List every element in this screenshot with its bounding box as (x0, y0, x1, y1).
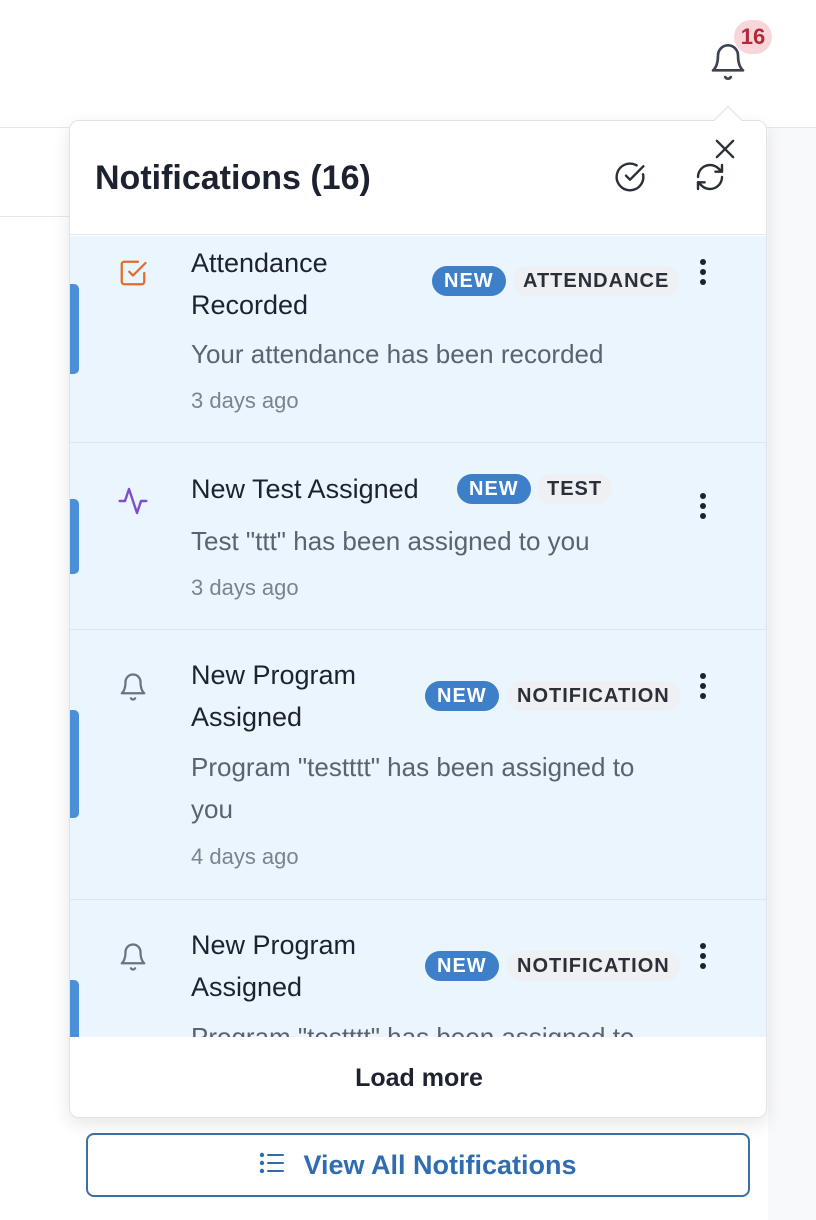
panel-title: Notifications (16) (95, 159, 371, 197)
new-badge: NEW (425, 951, 499, 981)
view-all-notifications-button[interactable]: View All Notifications (86, 1133, 750, 1197)
notifications-panel: Notifications (16) Attendance Recorded N… (69, 120, 767, 1118)
unread-indicator (70, 980, 79, 1037)
close-button[interactable] (707, 133, 743, 169)
new-badge: NEW (432, 266, 506, 296)
notification-list[interactable]: Attendance Recorded NEW ATTENDANCE Your … (70, 236, 766, 1037)
more-vertical-icon (700, 493, 706, 519)
notification-item[interactable]: Attendance Recorded NEW ATTENDANCE Your … (70, 236, 766, 443)
category-badge: NOTIFICATION (507, 681, 680, 711)
unread-indicator (70, 499, 79, 574)
mark-all-read-button[interactable] (610, 159, 650, 199)
notification-message: Program "testttt" has been assigned to y… (191, 1022, 635, 1037)
notification-item[interactable]: New Test Assigned NEW TEST Test "ttt" ha… (70, 444, 766, 630)
more-vertical-icon (700, 673, 706, 699)
notification-message: Test "ttt" has been assigned to you (191, 526, 590, 556)
notification-time: 3 days ago (191, 388, 299, 413)
bell-icon (116, 670, 150, 704)
checkbox-icon (116, 256, 150, 290)
unread-indicator (70, 284, 79, 374)
list-icon (259, 1150, 285, 1181)
more-options-button[interactable] (690, 936, 716, 976)
notification-item[interactable]: New Program Assigned NEW NOTIFICATION Pr… (70, 900, 766, 1037)
panel-header: Notifications (16) (70, 121, 766, 235)
notification-time: 4 days ago (191, 844, 299, 869)
page-background-strip (768, 128, 816, 1220)
notification-time: 3 days ago (191, 575, 299, 600)
check-circle-icon (614, 161, 646, 198)
view-all-label: View All Notifications (303, 1149, 577, 1180)
unread-indicator (70, 710, 79, 818)
more-options-button[interactable] (690, 252, 716, 292)
more-options-button[interactable] (690, 666, 716, 706)
notification-count-badge: 16 (734, 20, 772, 54)
category-badge: NOTIFICATION (507, 951, 680, 981)
more-vertical-icon (700, 259, 706, 285)
bell-icon (116, 940, 150, 974)
notification-message: Program "testttt" has been assigned to y… (191, 752, 635, 824)
category-badge: TEST (537, 474, 613, 504)
divider (0, 216, 70, 217)
load-more-button[interactable]: Load more (70, 1037, 766, 1117)
top-bar (0, 0, 816, 128)
activity-icon (116, 484, 150, 518)
notification-title: New Program Assigned (191, 660, 357, 732)
notification-item[interactable]: New Program Assigned NEW NOTIFICATION Pr… (70, 630, 766, 900)
new-badge: NEW (425, 681, 499, 711)
new-badge: NEW (457, 474, 531, 504)
notification-title: New Test Assigned (191, 474, 419, 504)
notification-message: Your attendance has been recorded (191, 339, 604, 369)
more-vertical-icon (700, 943, 706, 969)
notification-title: New Program Assigned (191, 930, 357, 1002)
category-badge: ATTENDANCE (513, 266, 680, 296)
notification-title: Attendance Recorded (191, 248, 328, 320)
close-icon (711, 135, 739, 168)
